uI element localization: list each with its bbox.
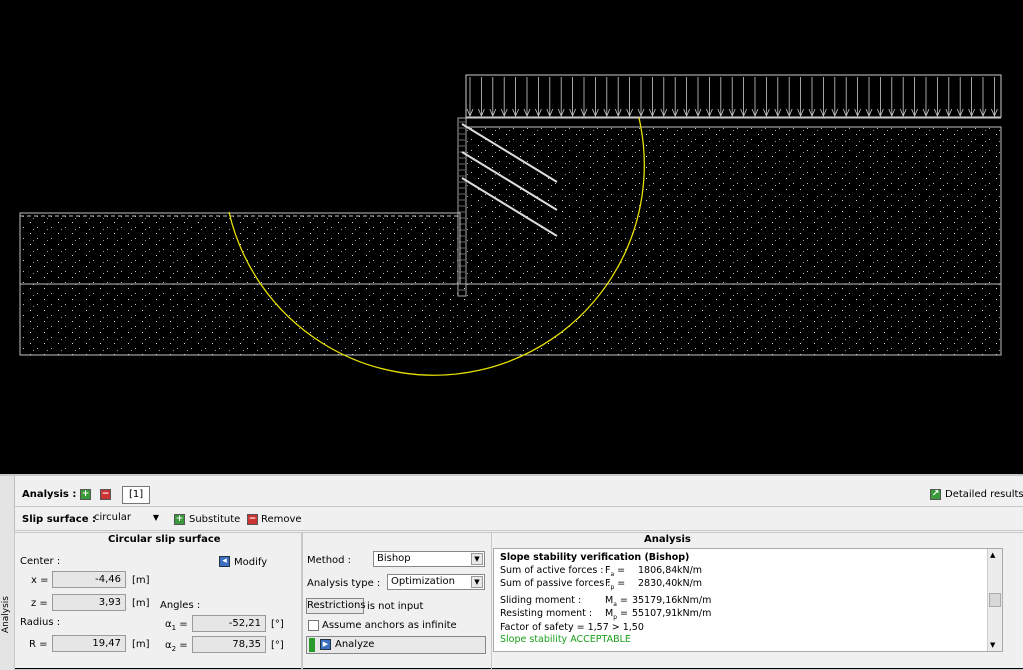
active-forces-label: Sum of active forces :	[500, 565, 604, 576]
method-value: Bishop	[377, 553, 411, 564]
scroll-down-icon[interactable]: ▼	[990, 641, 995, 649]
analyze-button[interactable]: ▶ Analyze	[306, 636, 486, 654]
x-unit: [m]	[132, 575, 150, 586]
analysis-type-label: Analysis type :	[307, 578, 381, 589]
chevron-down-icon: ▼	[152, 513, 159, 522]
remove-icon[interactable]: −	[247, 514, 258, 525]
restrictions-status: is not input	[367, 601, 424, 612]
x-label: x =	[31, 575, 49, 586]
center-z-field[interactable]: 3,93	[52, 594, 126, 611]
circular-section-title: Circular slip surface	[108, 534, 221, 545]
resisting-moment-label: Resisting moment :	[500, 608, 593, 619]
z-label: z =	[31, 598, 48, 609]
assume-anchors-checkbox[interactable]	[308, 620, 319, 631]
soil-right-upper	[465, 126, 1002, 285]
center-label: Center :	[20, 556, 61, 567]
r-label: R =	[29, 639, 48, 650]
model-canvas[interactable]	[0, 0, 1023, 474]
passive-forces-label: Sum of passive forces :	[500, 578, 611, 589]
active-forces-symbol: Fa =	[605, 565, 626, 578]
sliding-moment-symbol: Ma =	[605, 595, 628, 608]
chevron-down-icon: ▼	[471, 553, 483, 565]
alpha2-field[interactable]: 78,35	[192, 636, 266, 653]
sliding-moment-value: 35179,16	[632, 595, 678, 606]
resisting-moment-symbol: Mp =	[605, 608, 628, 621]
analysis-results-box: Slope stability verification (Bishop) Su…	[493, 548, 1003, 652]
analysis-toolbar: Analysis : + − [1] ↗ Detailed results	[14, 484, 1023, 507]
restrictions-button[interactable]: Restrictions	[306, 598, 366, 614]
angles-label: Angles :	[160, 600, 201, 611]
factor-of-safety: Factor of safety = 1,57 > 1,50	[500, 622, 644, 633]
substitute-button[interactable]: Substitute	[189, 514, 240, 525]
alpha1-field[interactable]: -52,21	[192, 615, 266, 632]
surcharge-box	[465, 74, 1002, 118]
modify-button[interactable]: Modify	[234, 557, 267, 568]
active-forces-unit: kN/m	[677, 565, 703, 576]
substitute-icon[interactable]: +	[174, 514, 185, 525]
analysis-label: Analysis :	[22, 489, 77, 500]
modify-icon[interactable]: ◂	[219, 556, 230, 567]
alpha1-unit: [°]	[271, 619, 284, 630]
surcharge-arrows	[466, 77, 998, 118]
soil-lower-layer	[19, 283, 1002, 356]
alpha2-label: α2 =	[165, 640, 188, 653]
results-heading: Slope stability verification (Bishop)	[500, 552, 690, 563]
r-unit: [m]	[132, 639, 150, 650]
z-unit: [m]	[132, 598, 150, 609]
resisting-moment-unit: kNm/m	[677, 608, 712, 619]
scroll-thumb[interactable]	[989, 593, 1001, 607]
alpha1-label: α1 =	[165, 619, 188, 632]
passive-forces-value: 2830,40	[638, 578, 678, 589]
analyze-progress-icon	[309, 638, 315, 652]
remove-button[interactable]: Remove	[261, 514, 302, 525]
detailed-results-link[interactable]: Detailed results	[945, 489, 1023, 500]
remove-analysis-icon[interactable]: −	[100, 489, 111, 500]
slope-model-drawing	[19, 74, 1002, 376]
add-analysis-icon[interactable]: +	[80, 489, 91, 500]
results-scrollbar[interactable]: ▲ ▼	[987, 549, 1002, 651]
radius-field[interactable]: 19,47	[52, 635, 126, 652]
active-forces-value: 1806,84	[638, 565, 678, 576]
slip-surface-row: Slip surface : circular ▼ + Substitute −…	[14, 508, 1023, 531]
stability-verdict: Slope stability ACCEPTABLE	[500, 634, 631, 645]
slip-surface-select[interactable]: circular ▼	[91, 511, 161, 527]
alpha2-unit: [°]	[271, 640, 284, 651]
passive-forces-unit: kN/m	[677, 578, 703, 589]
soil-left-upper	[19, 212, 461, 285]
analysis-type-select[interactable]: Optimization ▼	[387, 574, 485, 590]
radius-label: Radius :	[20, 617, 61, 628]
detailed-results-icon[interactable]: ↗	[930, 489, 941, 500]
analysis-type-value: Optimization	[391, 576, 455, 587]
play-icon: ▶	[320, 639, 331, 650]
slip-surface-label: Slip surface :	[22, 514, 96, 525]
side-tab-label: Analysis	[1, 596, 11, 634]
analyze-label: Analyze	[335, 639, 375, 650]
assume-anchors-label: Assume anchors as infinite	[322, 620, 457, 631]
side-tab-analysis[interactable]: Analysis	[0, 476, 15, 670]
method-select[interactable]: Bishop ▼	[373, 551, 485, 567]
passive-forces-symbol: Fp =	[605, 578, 626, 591]
scroll-up-icon[interactable]: ▲	[990, 551, 995, 559]
resisting-moment-value: 55107,91	[632, 608, 678, 619]
analysis-tab-1[interactable]: [1]	[122, 486, 151, 504]
analysis-section-title: Analysis	[644, 534, 691, 545]
chevron-down-icon: ▼	[471, 576, 483, 588]
sliding-moment-unit: kNm/m	[677, 595, 712, 606]
center-x-field[interactable]: -4,46	[52, 571, 126, 588]
analysis-panel: Analysis Analysis : + − [1] ↗ Detailed r…	[0, 474, 1023, 670]
slip-surface-value: circular	[94, 512, 132, 523]
method-label: Method :	[307, 555, 352, 566]
sliding-moment-label: Sliding moment :	[500, 595, 582, 606]
